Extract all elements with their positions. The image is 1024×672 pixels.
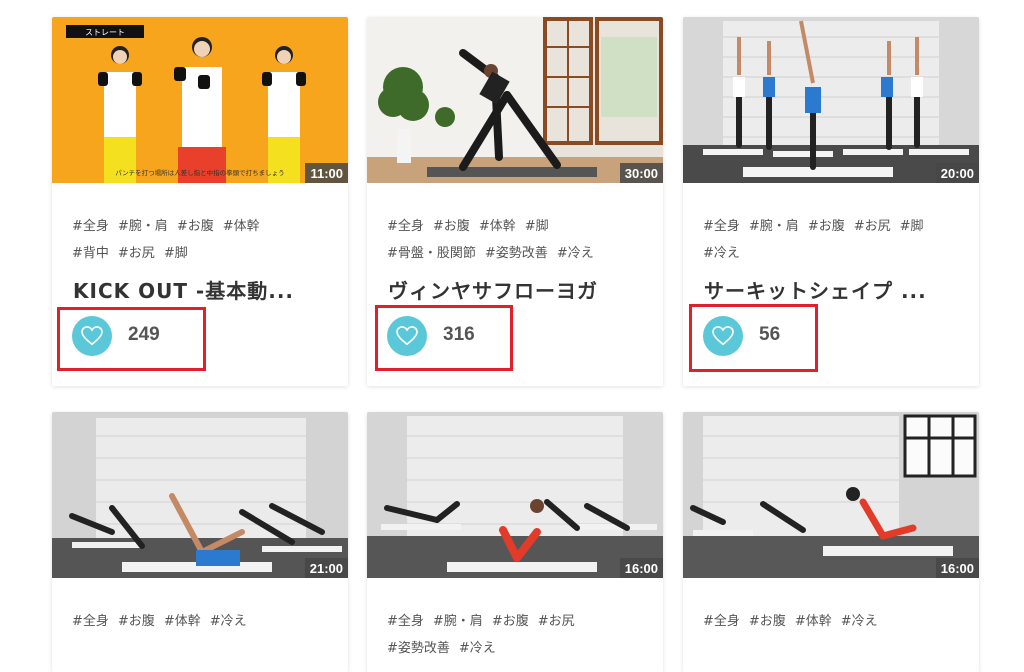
tag-list: #全身 #腕・肩 #お腹 #体幹 #背中 #お尻 #脚: [52, 183, 348, 267]
tag-list: #全身 #お腹 #体幹 #脚 #骨盤・股関節 #姿勢改善 #冷え: [367, 183, 663, 267]
tag[interactable]: #全身: [387, 219, 424, 234]
video-card-6[interactable]: 16:00 #全身 #お腹 #体幹 #冷え: [683, 412, 979, 672]
tag[interactable]: #腕・肩: [749, 219, 799, 234]
tag[interactable]: #お尻: [118, 246, 155, 261]
tag[interactable]: #お腹: [808, 219, 845, 234]
tag[interactable]: #冷え: [210, 614, 247, 629]
highlight-box: [375, 305, 513, 371]
tag[interactable]: #お尻: [854, 219, 891, 234]
tag[interactable]: #姿勢改善: [485, 246, 548, 261]
video-thumbnail[interactable]: ストレート パンチを打つ場所は人差し指と中指の拳頭で打ちましょう 11:00: [52, 17, 348, 183]
tag[interactable]: #全身: [72, 219, 109, 234]
tag[interactable]: #お腹: [433, 219, 470, 234]
video-card-5[interactable]: 16:00 #全身 #腕・肩 #お腹 #お尻 #姿勢改善 #冷え: [367, 412, 663, 672]
tag[interactable]: #体幹: [164, 614, 201, 629]
tag[interactable]: #脚: [164, 246, 188, 261]
tag[interactable]: #冷え: [841, 614, 878, 629]
tag[interactable]: #冷え: [703, 246, 740, 261]
tag[interactable]: #脚: [900, 219, 924, 234]
duration-badge: 21:00: [304, 558, 348, 578]
tag[interactable]: #体幹: [479, 219, 516, 234]
tag[interactable]: #体幹: [223, 219, 260, 234]
video-title[interactable]: サーキットシェイプ ...: [683, 267, 979, 304]
highlight-box: [57, 307, 206, 371]
highlight-box: [689, 304, 818, 372]
tag[interactable]: #お腹: [749, 614, 786, 629]
tag-list: #全身 #お腹 #体幹 #冷え: [52, 578, 348, 635]
tag[interactable]: #腕・肩: [433, 614, 483, 629]
tag[interactable]: #冷え: [557, 246, 594, 261]
tag[interactable]: #お腹: [492, 614, 529, 629]
video-thumbnail[interactable]: 16:00: [683, 412, 979, 578]
video-title[interactable]: KICK OUT -基本動...: [52, 267, 348, 304]
tag[interactable]: #お尻: [538, 614, 575, 629]
tag-list: #全身 #お腹 #体幹 #冷え: [683, 578, 979, 635]
tag-list: #全身 #腕・肩 #お腹 #お尻 #姿勢改善 #冷え: [367, 578, 663, 662]
tag[interactable]: #背中: [72, 246, 109, 261]
tag[interactable]: #脚: [525, 219, 549, 234]
tag[interactable]: #姿勢改善: [387, 641, 450, 656]
tag[interactable]: #冷え: [459, 641, 496, 656]
video-thumbnail[interactable]: 21:00: [52, 412, 348, 578]
thumb-caption: ストレート: [85, 28, 125, 37]
video-title[interactable]: ヴィンヤサフローヨガ: [367, 267, 663, 304]
tag[interactable]: #全身: [72, 614, 109, 629]
video-thumbnail[interactable]: 16:00: [367, 412, 663, 578]
tag[interactable]: #全身: [703, 614, 740, 629]
duration-badge: 16:00: [935, 558, 979, 578]
tag[interactable]: #体幹: [795, 614, 832, 629]
video-thumbnail[interactable]: 20:00: [683, 17, 979, 183]
tag-list: #全身 #腕・肩 #お腹 #お尻 #脚 #冷え: [683, 183, 979, 267]
tag[interactable]: #お腹: [118, 614, 155, 629]
video-card-4[interactable]: 21:00 #全身 #お腹 #体幹 #冷え: [52, 412, 348, 672]
tag[interactable]: #全身: [703, 219, 740, 234]
duration-badge: 20:00: [935, 163, 979, 183]
tag[interactable]: #お腹: [177, 219, 214, 234]
tag[interactable]: #全身: [387, 614, 424, 629]
duration-badge: 11:00: [305, 163, 348, 183]
tag[interactable]: #骨盤・股関節: [387, 246, 476, 261]
video-thumbnail[interactable]: 30:00: [367, 17, 663, 183]
thumb-subtitle: パンチを打つ場所は人差し指と中指の拳頭で打ちましょう: [115, 168, 284, 177]
tag[interactable]: #腕・肩: [118, 219, 168, 234]
duration-badge: 16:00: [619, 558, 663, 578]
duration-badge: 30:00: [619, 163, 663, 183]
